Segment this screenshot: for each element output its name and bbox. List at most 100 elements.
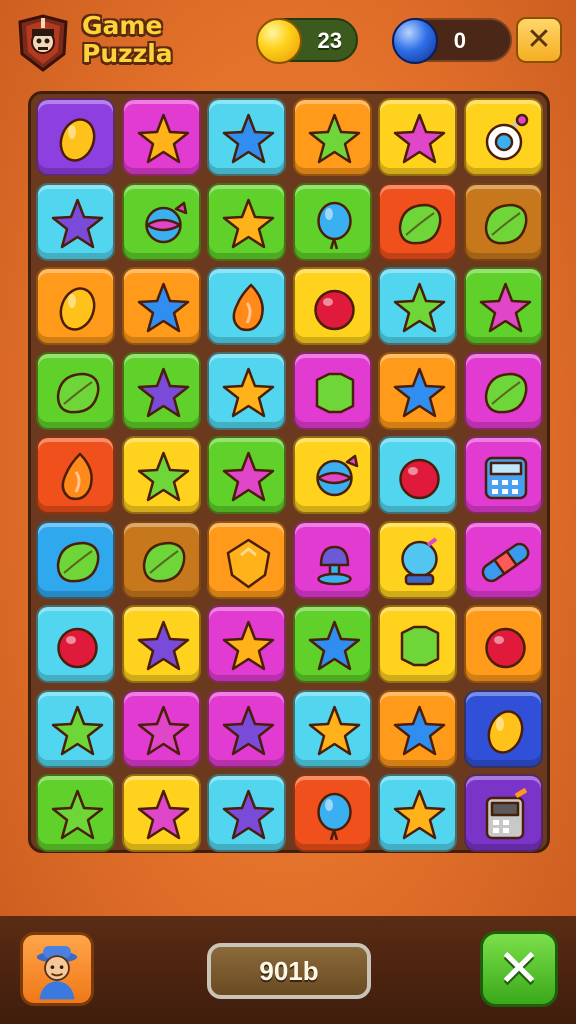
tile-star[interactable] — [36, 774, 115, 852]
tile-planet[interactable] — [463, 98, 543, 176]
tile-leaf[interactable] — [378, 182, 457, 261]
tile-star[interactable] — [121, 774, 201, 852]
tile-balloon[interactable] — [292, 182, 372, 261]
tile-shield[interactable] — [207, 520, 286, 599]
tile-star[interactable] — [207, 689, 286, 768]
tile-star[interactable] — [207, 98, 286, 176]
tile-star[interactable] — [378, 98, 457, 176]
tile-star[interactable] — [378, 774, 457, 852]
bottom-bar: 901b ✕ — [0, 916, 576, 1024]
star-icon — [222, 367, 275, 417]
star-icon — [308, 620, 360, 671]
star-icon — [393, 789, 446, 840]
game-board — [28, 91, 550, 853]
tile-flame[interactable] — [36, 436, 115, 514]
tile-star[interactable] — [207, 351, 286, 430]
tile-star[interactable] — [121, 98, 201, 176]
star-icon — [51, 705, 104, 755]
score-value: 901b — [259, 956, 319, 986]
star-icon — [222, 113, 275, 164]
leaf-icon — [398, 203, 442, 244]
tile-star[interactable] — [121, 605, 201, 683]
tile-star[interactable] — [207, 436, 286, 514]
tile-star[interactable] — [36, 182, 115, 261]
gem-counter[interactable]: 0 — [392, 18, 512, 64]
tile-star[interactable] — [463, 267, 543, 345]
candy-icon — [315, 454, 358, 497]
tile-star[interactable] — [36, 689, 115, 768]
lemon-icon — [487, 709, 523, 754]
tile-leaf[interactable] — [463, 351, 543, 430]
tile-lemon[interactable] — [463, 689, 543, 768]
tile-lemon[interactable] — [36, 98, 115, 176]
pirate-logo-icon — [12, 12, 74, 74]
tile-star[interactable] — [121, 267, 201, 345]
tile-leaf[interactable] — [121, 520, 201, 599]
star-icon — [393, 367, 446, 417]
player-avatar-button[interactable] — [20, 932, 94, 1006]
star-icon — [308, 705, 360, 755]
lamp-icon — [316, 545, 352, 585]
star-icon — [393, 113, 446, 164]
star-icon — [51, 198, 104, 248]
star-icon — [222, 198, 275, 248]
tile-star[interactable] — [207, 605, 286, 683]
tile-berry[interactable] — [36, 605, 115, 683]
coin-counter[interactable]: 23 — [256, 18, 358, 64]
tile-star[interactable] — [121, 351, 201, 430]
star-icon — [222, 789, 275, 840]
candy-icon — [144, 201, 187, 243]
title-line-2: Puzzla — [82, 39, 173, 68]
star-icon — [479, 282, 531, 333]
lemon-icon — [59, 118, 96, 162]
tile-star[interactable] — [292, 605, 372, 683]
star-icon — [137, 367, 189, 417]
star-icon — [393, 705, 446, 755]
tile-leaf[interactable] — [463, 182, 543, 261]
star-icon — [137, 282, 189, 333]
square-icon — [400, 625, 440, 667]
close-icon: ✕ — [526, 23, 552, 56]
close-icon: ✕ — [497, 940, 541, 998]
tile-square[interactable] — [378, 605, 457, 683]
close-button-bottom[interactable]: ✕ — [480, 931, 558, 1007]
tile-lamp[interactable] — [292, 520, 372, 599]
tile-flame[interactable] — [207, 267, 286, 345]
tile-star[interactable] — [378, 267, 457, 345]
tile-berry[interactable] — [292, 267, 372, 345]
shield-icon — [226, 538, 271, 588]
star-icon — [137, 789, 189, 840]
tile-star[interactable] — [207, 774, 286, 852]
tile-star[interactable] — [207, 182, 286, 261]
tile-candy[interactable] — [292, 436, 372, 514]
tile-star[interactable] — [121, 436, 201, 514]
tile-berry[interactable] — [378, 436, 457, 514]
tile-berry[interactable] — [463, 605, 543, 683]
tile-machine[interactable] — [463, 774, 543, 852]
tile-leaf[interactable] — [36, 351, 115, 430]
title-line-1: Game — [82, 11, 163, 40]
balloon-icon — [316, 201, 352, 249]
tile-calculator[interactable] — [463, 436, 543, 514]
tile-star[interactable] — [292, 98, 372, 176]
orb-icon — [401, 536, 438, 585]
tile-candy[interactable] — [121, 182, 201, 261]
tile-star[interactable] — [378, 351, 457, 430]
flame-icon — [61, 452, 93, 501]
tile-star[interactable] — [378, 689, 457, 768]
tile-balloon[interactable] — [292, 774, 372, 852]
tile-bandage[interactable] — [463, 520, 543, 599]
bandage-icon — [481, 542, 529, 582]
avatar-icon — [36, 946, 78, 1000]
tile-lemon[interactable] — [36, 267, 115, 345]
close-button-top[interactable]: ✕ — [516, 17, 562, 63]
star-icon — [222, 705, 275, 755]
calculator-icon — [484, 456, 527, 500]
coin-count: 23 — [317, 28, 342, 53]
machine-icon — [485, 788, 527, 840]
tile-star[interactable] — [121, 689, 201, 768]
tile-orb[interactable] — [378, 520, 457, 599]
tile-leaf[interactable] — [36, 520, 115, 599]
tile-star[interactable] — [292, 689, 372, 768]
tile-square[interactable] — [292, 351, 372, 430]
